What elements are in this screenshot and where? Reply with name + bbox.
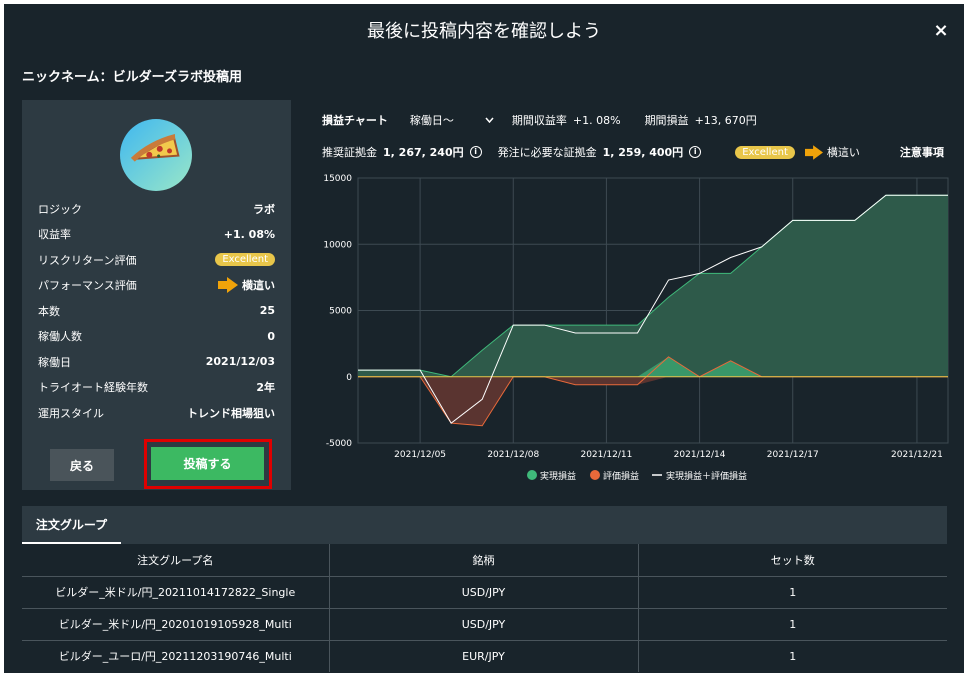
modal-title: 最後に投稿内容を確認しよう [367,21,601,42]
period-select[interactable]: 稼働日～ [410,112,494,128]
table-row: ビルダー_ユーロ/円_20211203190746_Multi EUR/JPY … [22,639,947,672]
info-label: 本数 [38,304,60,318]
info-label: 収益率 [38,228,71,242]
x-tick-label: 2021/12/08 [487,450,539,460]
column-header: セット数 [770,553,815,567]
info-label: リスクリターン評価 [38,253,137,267]
x-tick-label: 2021/12/05 [394,450,446,460]
legend-label: 実現損益＋評価損益 [666,470,747,482]
period-pl-value: +13, 670円 [694,114,757,127]
order-group-table: 注文グループ名 銘柄 セット数 ビルダー_米ドル/円_2021101417282… [22,544,947,672]
performance-indicator: 横這い [218,277,275,294]
table-cell: ビルダー_米ドル/円_20211014172822_Single [22,575,330,608]
table-cell: ビルダー_ユーロ/円_20211203190746_Multi [22,639,330,672]
legend-label: 評価損益 [603,470,639,482]
info-value: +1. 08% [223,227,275,241]
y-tick-label: 5000 [329,307,352,317]
realized-area [358,195,948,377]
info-value: 0 [267,329,275,343]
order-group-section: 注文グループ 注文グループ名 銘柄 セット数 ビルダー_米ドル/円_202110… [22,506,947,673]
y-tick-label: 15000 [323,174,352,184]
y-tick-label: 0 [346,373,352,383]
excellent-badge: Excellent [215,253,275,267]
info-label: 稼働人数 [38,330,82,344]
table-cell: EUR/JPY [329,639,639,672]
x-tick-label: 2021/12/17 [767,450,819,460]
required-margin-label: 発注に必要な証拠金 [497,146,597,159]
info-row-performance: パフォーマンス評価 横這い [38,273,275,299]
chart-title: 損益チャート [322,114,388,127]
column-header: 注文グループ名 [22,544,330,576]
required-margin-value: 1, 259, 400円 [602,146,684,159]
info-label: トライオート経験年数 [38,381,148,395]
info-value: ラボ [253,202,275,216]
arrow-right-icon [218,277,238,294]
info-label: 運用スタイル [38,406,104,420]
arrow-right-icon [804,144,823,160]
close-button[interactable]: × [928,18,954,44]
info-icon[interactable]: i [689,146,702,158]
confirm-post-modal: 最後に投稿内容を確認しよう × ニックネーム：ビルダーズラボ投稿用 ロジック ラ… [4,4,964,673]
info-row-count: 本数 25 [38,298,275,324]
info-label: 稼働日 [38,355,71,369]
recommended-margin-label: 推奨証拠金 [322,146,377,159]
table-cell: 1 [638,639,947,672]
recommended-margin-value: 1, 267, 240円 [383,146,464,159]
table-header-row: 注文グループ名 銘柄 セット数 [22,544,947,576]
excellent-badge: Excellent [735,145,795,159]
period-rate-value: +1. 08% [572,113,621,127]
period-pl-label: 期間損益 [644,114,689,127]
info-value: 2021/12/03 [205,355,275,369]
info-value: 25 [259,304,275,318]
table-row: ビルダー_米ドル/円_20201019105928_Multi USD/JPY … [22,607,947,640]
legend-label: 実現損益 [540,470,576,482]
info-row-operators: 稼働人数 0 [38,324,275,350]
tab-order-group[interactable]: 注文グループ [22,506,121,544]
info-icon[interactable]: i [469,146,482,158]
table-row: ビルダー_米ドル/円_20211014172822_Single USD/JPY… [22,575,947,608]
chart-header-row2: 推奨証拠金 1, 267, 240円 i 発注に必要な証拠金 1, 259, 4… [322,142,944,162]
info-row-style: 運用スタイル トレンド相場狙い [38,400,275,426]
chart-header-row1: 損益チャート 稼働日～ 期間収益率 +1. 08% 期間損益 +13, 670円 [322,110,757,130]
pizza-icon [120,119,192,191]
info-row-logic: ロジック ラボ [38,196,275,222]
y-tick-label: 10000 [323,240,352,250]
x-tick-label: 2021/12/11 [580,450,632,460]
y-tick-label: -5000 [326,439,352,449]
period-select-value: 稼働日～ [409,114,454,127]
info-row-risk-return: リスクリターン評価 Excellent [38,247,275,273]
period-rate-label: 期間収益率 [511,114,567,127]
table-cell: USD/JPY [329,575,639,608]
table-cell: USD/JPY [329,607,639,640]
legend-swatch-realized [527,470,537,480]
table-cell: ビルダー_米ドル/円_20201019105928_Multi [22,607,330,640]
chevron-down-icon [485,117,494,123]
pl-chart: 15000 10000 5000 0 -5000 2021/12/05 2021/12/08… [323,174,949,482]
info-row-experience: トライオート経験年数 2年 [38,375,275,401]
performance-text: 横這い [826,146,860,159]
notes-link[interactable]: 注意事項 [900,144,944,160]
post-button[interactable]: 投稿する [151,447,264,480]
profile-panel: ロジック ラボ 収益率 +1. 08% リスクリターン評価 Excellent … [22,100,291,490]
performance-text: 横這い [242,279,275,293]
info-value: 2年 [256,381,275,395]
legend-swatch-unrealized [590,470,600,480]
x-tick-label: 2021/12/14 [674,450,726,460]
x-tick-label: 2021/12/21 [891,450,943,460]
profile-info-list: ロジック ラボ 収益率 +1. 08% リスクリターン評価 Excellent … [38,196,275,426]
info-row-start-date: 稼働日 2021/12/03 [38,349,275,375]
unrealized-negative-area [358,376,948,426]
info-value: トレンド相場狙い [187,406,275,420]
table-cell: 1 [638,575,947,608]
post-button-highlight: 投稿する [144,439,272,489]
info-label: パフォーマンス評価 [38,279,137,293]
nickname-label: ニックネーム：ビルダーズラボ投稿用 [22,70,242,85]
info-label: ロジック [38,202,82,216]
table-cell: 1 [638,607,947,640]
back-button[interactable]: 戻る [50,449,114,481]
column-header: 銘柄 [329,544,639,576]
order-tabbar: 注文グループ [22,506,947,544]
info-row-return-rate: 収益率 +1. 08% [38,222,275,248]
